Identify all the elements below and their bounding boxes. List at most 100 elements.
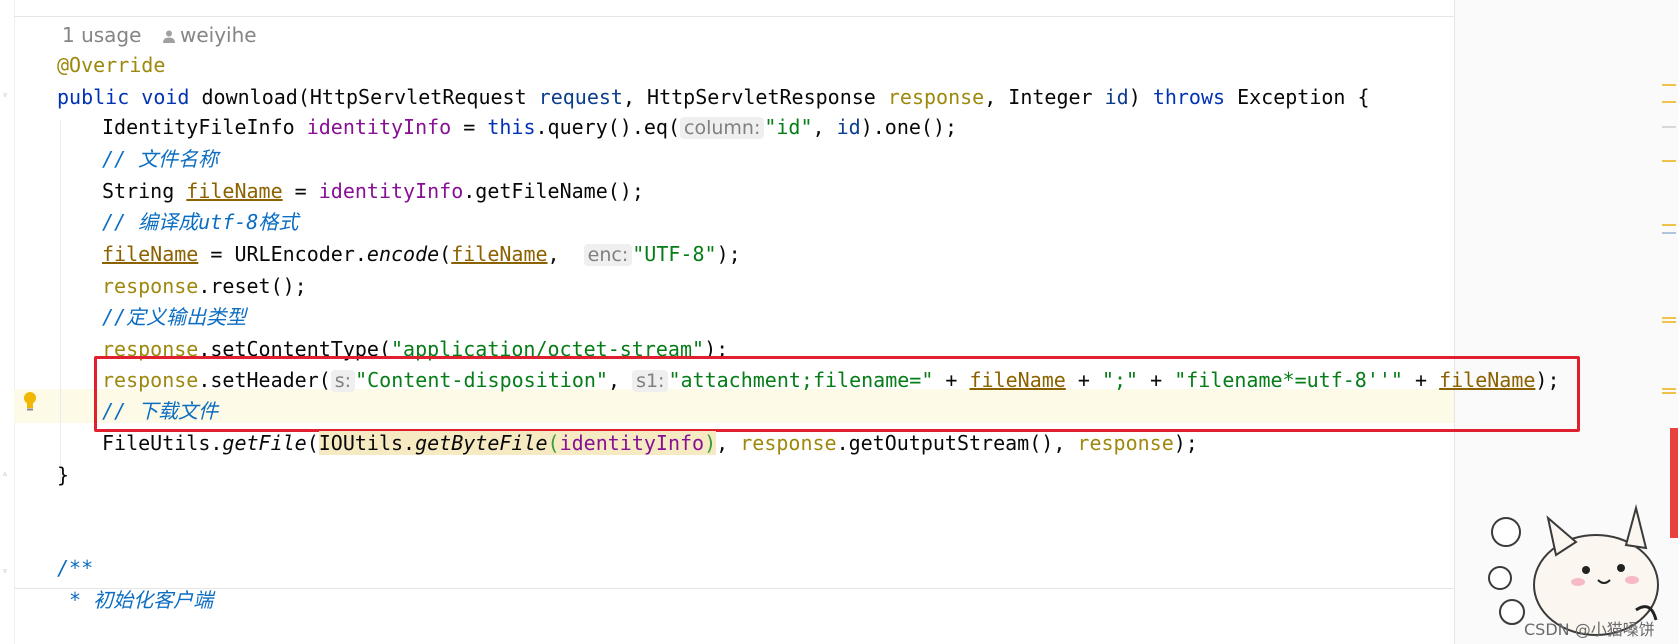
code-token: + <box>933 368 970 392</box>
code-token: ( <box>439 242 452 266</box>
keyword-token: public <box>57 85 130 109</box>
code-line-1[interactable]: IdentityFileInfo identityInfo = this.que… <box>102 112 957 142</box>
scroll-marker[interactable] <box>1662 321 1676 323</box>
scroll-marker[interactable] <box>1662 232 1676 234</box>
code-token: .getOutputStream() <box>836 431 1054 455</box>
string-token: "id" <box>764 115 813 139</box>
code-token: .setContentType( <box>198 337 391 361</box>
string-token: ";" <box>1101 368 1139 392</box>
parameter-hint: s1: <box>632 370 669 392</box>
code-token: , <box>812 115 837 139</box>
lightbulb-icon[interactable] <box>22 391 38 413</box>
code-line-doc-open[interactable]: /** <box>57 553 93 583</box>
code-token: ); <box>716 242 741 266</box>
code-token: = <box>282 179 319 203</box>
right-margin-guide <box>1454 0 1455 644</box>
code-line-6[interactable]: response.setHeader(s: "Content-dispositio… <box>102 365 1560 395</box>
scroll-marker[interactable] <box>1662 126 1676 128</box>
code-token: } <box>57 463 70 487</box>
comment-token: // 下载文件 <box>102 399 219 423</box>
fold-icon[interactable]: ▵ <box>2 468 10 480</box>
variable-token: fileName <box>451 242 548 266</box>
string-token: "filename*=utf-8''" <box>1174 368 1403 392</box>
string-token: "attachment;filename=" <box>668 368 934 392</box>
code-token: ) <box>1128 85 1153 109</box>
code-line-comment-3[interactable]: //定义输出类型 <box>102 302 246 332</box>
scroll-marker[interactable] <box>1662 160 1676 162</box>
code-line-4[interactable]: response.reset(); <box>102 271 307 301</box>
annotation-token: @Override <box>57 53 166 77</box>
code-line-comment-4[interactable]: // 下载文件 <box>102 396 218 426</box>
code-line-5[interactable]: response.setContentType("application/oct… <box>102 334 728 364</box>
code-token: + <box>1065 368 1102 392</box>
code-line-3[interactable]: fileName = URLEncoder.encode(fileName, e… <box>102 239 741 269</box>
code-token: , Integer <box>984 85 1105 109</box>
method-separator <box>14 16 1454 17</box>
code-token: Exception { <box>1225 85 1370 109</box>
method-token: getFile <box>222 431 307 455</box>
variable-token: fileName <box>186 179 283 203</box>
code-token: = URLEncoder. <box>198 242 367 266</box>
author-name: weiyihe <box>180 23 257 47</box>
usages-hint[interactable]: 1 usage <box>62 20 141 50</box>
param-token: response <box>102 368 199 392</box>
scroll-marker[interactable] <box>1662 84 1676 86</box>
code-token: .query().eq( <box>535 115 681 139</box>
method-separator <box>14 588 1454 589</box>
variable-token: identityInfo <box>318 179 464 203</box>
code-token: .setHeader( <box>198 368 331 392</box>
comment-token: * 初始化客户端 <box>57 588 214 612</box>
method-token: getByteFile <box>415 431 548 455</box>
string-token: "application/octet-stream" <box>390 337 705 361</box>
parameter-hint: enc: <box>583 244 633 266</box>
variable-token: fileName <box>1439 368 1536 392</box>
code-token: , <box>716 431 741 455</box>
scroll-marker[interactable] <box>1662 101 1676 103</box>
keyword-token: void <box>141 85 190 109</box>
param-token: id <box>836 115 861 139</box>
variable-token: identityInfo <box>559 431 705 455</box>
code-token: ); <box>1535 368 1560 392</box>
param-token: response <box>1077 431 1174 455</box>
param-token: response <box>102 274 199 298</box>
code-token: , <box>1053 431 1078 455</box>
code-token: IOUtils. <box>318 431 416 455</box>
code-token: ( <box>306 431 319 455</box>
editor-gutter: ▿ ▵ ▿ <box>0 0 15 644</box>
scroll-marker[interactable] <box>1662 224 1676 226</box>
string-token: "UTF-8" <box>632 242 717 266</box>
code-token: ).one(); <box>860 115 958 139</box>
code-token: , <box>547 242 572 266</box>
param-token: response <box>740 431 837 455</box>
scroll-marker[interactable] <box>1662 392 1676 394</box>
variable-token: identityInfo <box>306 115 452 139</box>
keyword-token: throws <box>1152 85 1226 109</box>
indent-guide <box>60 120 61 486</box>
code-line-7[interactable]: FileUtils.getFile(IOUtils.getByteFile(id… <box>102 428 1198 458</box>
code-token: , <box>607 368 633 392</box>
variable-token: fileName <box>102 242 199 266</box>
code-token: FileUtils. <box>102 431 223 455</box>
comment-token: // 编译成utf-8格式 <box>102 210 299 234</box>
code-token: + <box>1138 368 1175 392</box>
comment-token: /** <box>57 556 94 580</box>
code-line-2[interactable]: String fileName = identityInfo.getFileNa… <box>102 176 644 206</box>
code-token: ( <box>547 431 560 455</box>
scroll-marker[interactable] <box>1662 317 1676 319</box>
code-token: IdentityFileInfo <box>102 115 307 139</box>
code-line-doc[interactable]: * 初始化客户端 <box>57 585 213 615</box>
fold-icon[interactable]: ▿ <box>2 90 10 102</box>
code-token: , HttpServletResponse <box>622 85 888 109</box>
code-line-signature[interactable]: public void download(HttpServletRequest … <box>57 82 1370 112</box>
watermark: CSDN @小猫嗓饼 <box>1524 620 1655 639</box>
parameter-hint: column: <box>680 117 765 139</box>
scroll-marker[interactable] <box>1662 388 1676 390</box>
code-line-comment-2[interactable]: // 编译成utf-8格式 <box>102 207 298 237</box>
code-line-annotation[interactable]: @Override <box>57 50 165 80</box>
code-token: download(HttpServletRequest <box>189 85 539 109</box>
code-line-close[interactable]: } <box>57 460 69 490</box>
code-line-comment-1[interactable]: // 文件名称 <box>102 144 218 174</box>
author-hint[interactable]: weiyihe <box>162 20 257 50</box>
fold-icon[interactable]: ▿ <box>2 566 10 578</box>
user-icon <box>163 30 175 43</box>
